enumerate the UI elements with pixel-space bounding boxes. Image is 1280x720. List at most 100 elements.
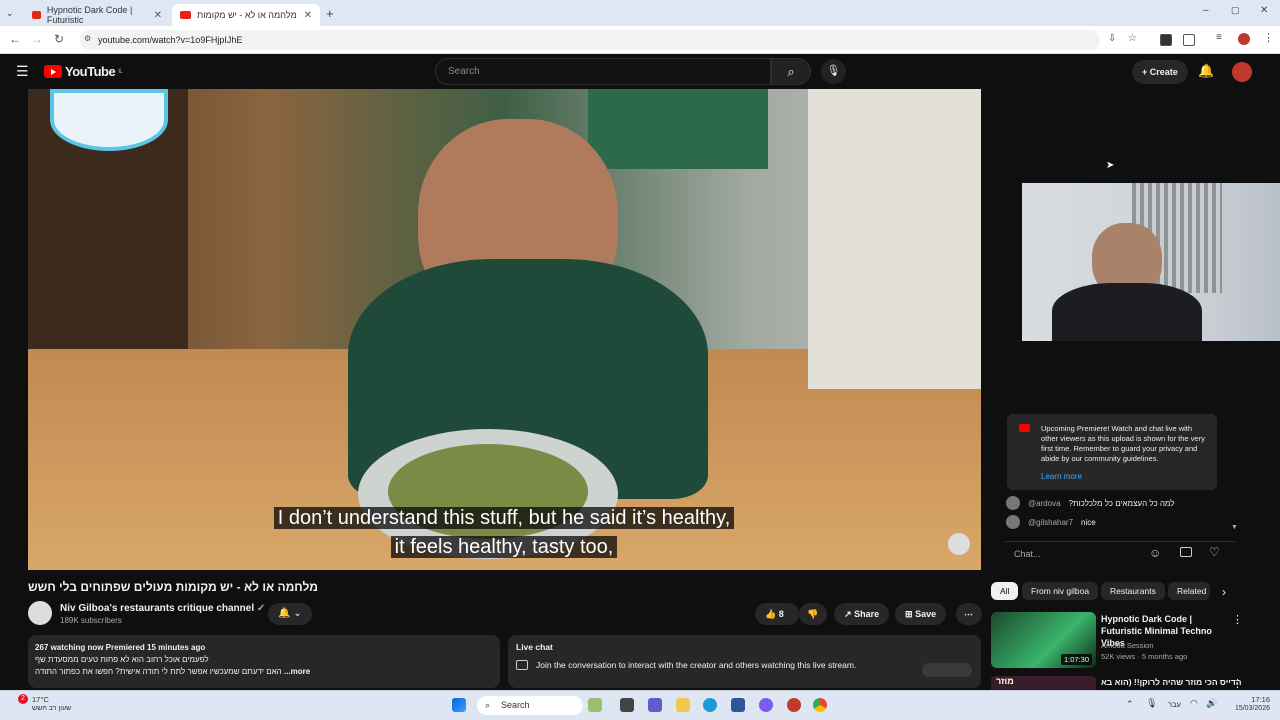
chip-from-channel[interactable]: From niv gilboa xyxy=(1022,582,1099,600)
channel-avatar[interactable] xyxy=(28,601,52,625)
extension-icon[interactable] xyxy=(1160,34,1172,46)
profile-avatar-icon[interactable] xyxy=(1238,33,1250,45)
install-icon[interactable]: ⇩ xyxy=(1108,33,1116,44)
close-tab-icon[interactable]: ✕ xyxy=(154,10,162,21)
chip-restaurants[interactable]: Restaurants xyxy=(1101,582,1165,600)
tab-current[interactable]: מלחמה או לא - יש מקומות ✕ xyxy=(172,4,320,26)
chip-all[interactable]: All xyxy=(991,582,1019,600)
reload-icon[interactable]: ↻ xyxy=(54,32,64,46)
video-player[interactable] xyxy=(28,89,981,570)
tab-media-icon[interactable]: ≡ xyxy=(1216,32,1222,43)
dislike-button[interactable]: 👎 xyxy=(799,603,827,625)
recommendation-menu-icon[interactable]: ⋮ xyxy=(1232,613,1243,626)
extensions-puzzle-icon[interactable] xyxy=(1183,34,1195,46)
maximize-icon[interactable]: ▢ xyxy=(1231,5,1240,16)
wifi-icon[interactable]: ◠ xyxy=(1190,698,1198,709)
streamer-webcam-overlay xyxy=(1022,183,1280,341)
widgets-icon[interactable] xyxy=(588,698,602,712)
weather-temp[interactable]: 17°C xyxy=(32,695,49,704)
more-horizontal-icon: ⋯ xyxy=(964,609,973,619)
back-icon[interactable]: ← xyxy=(9,32,21,46)
task-view-icon[interactable] xyxy=(620,698,634,712)
tray-chevron-up-icon[interactable]: ⌃ xyxy=(1126,699,1134,710)
weather-badge: 2 xyxy=(18,694,28,704)
heart-icon[interactable]: ♡ xyxy=(1209,545,1220,559)
video-channel-badge[interactable] xyxy=(948,533,970,555)
search-input[interactable]: Search xyxy=(435,58,771,85)
chevron-right-icon[interactable]: › xyxy=(1222,585,1226,599)
close-window-icon[interactable]: ✕ xyxy=(1260,5,1268,16)
notifications-bell-icon[interactable]: 🔔 xyxy=(1198,63,1214,79)
learn-more-link[interactable]: Learn more xyxy=(1041,472,1207,482)
account-avatar[interactable] xyxy=(1232,62,1252,82)
close-tab-icon[interactable]: ✕ xyxy=(304,10,312,21)
super-chat-icon[interactable] xyxy=(1180,547,1192,557)
verified-check-icon: ✓ xyxy=(256,603,266,614)
video-scene-street xyxy=(808,89,981,389)
video-title: מלחמה או לא - יש מקומות מעולים שפתוחים ב… xyxy=(28,580,318,594)
weather-description[interactable]: שעון רב חשש xyxy=(32,705,71,712)
new-tab-icon[interactable]: + xyxy=(326,6,334,21)
search-icon: ⌕ xyxy=(485,700,491,710)
chat-scroll-down-icon[interactable]: ▼ xyxy=(1231,524,1238,531)
youtube-favicon-icon xyxy=(180,11,191,19)
discord-icon[interactable] xyxy=(759,698,773,712)
chrome-icon[interactable] xyxy=(813,698,827,712)
teams-icon[interactable] xyxy=(648,698,662,712)
volume-icon[interactable]: 🔊 xyxy=(1206,698,1217,709)
edge-icon[interactable] xyxy=(703,698,717,712)
channel-name[interactable]: Niv Gilboa's restaurants critique channe… xyxy=(60,603,265,614)
video-caption: I don’t understand this stuff, but he sa… xyxy=(228,504,780,562)
recommendation-title[interactable]: הדייס הכי מוזר שהיה לרוקן!! (הוא בא xyxy=(1101,677,1242,687)
emoji-icon[interactable]: ☺ xyxy=(1149,546,1161,560)
thumbs-down-icon: 👎 xyxy=(807,609,819,619)
save-button[interactable]: ⊞ Save xyxy=(895,603,947,625)
site-info-icon[interactable]: ⚙ xyxy=(84,34,91,43)
show-more-link[interactable]: ...more xyxy=(284,667,310,676)
tab-hypnotic[interactable]: Hypnotic Dark Code | Futuristic ✕ xyxy=(24,4,170,26)
like-button[interactable]: 👍 8 xyxy=(755,603,799,625)
recommendation-meta: Amoda Session 52K views · 5 months ago xyxy=(1101,641,1188,661)
recommendation-thumbnail[interactable]: 1:07:30 xyxy=(991,612,1096,668)
url-field[interactable]: youtube.com/watch?v=1o9FHjpIJhE xyxy=(80,30,1100,50)
chevron-down-icon: ⌄ xyxy=(293,608,302,619)
clock-date[interactable]: 15/03/2026 xyxy=(1222,705,1270,712)
app-icon[interactable] xyxy=(787,698,801,712)
bookmark-star-icon[interactable]: ☆ xyxy=(1128,33,1137,44)
tab-search-icon[interactable]: ⌄ xyxy=(6,8,14,19)
recommendation-thumbnail[interactable]: מוזר xyxy=(991,676,1096,690)
voice-search-button[interactable]: 🎙 xyxy=(821,59,846,84)
browser-menu-icon[interactable]: ⋮ xyxy=(1263,31,1274,44)
description-box[interactable]: 267 watching now Premiered 15 minutes ag… xyxy=(28,635,500,688)
create-button[interactable]: + Create xyxy=(1132,60,1188,84)
mic-tray-icon[interactable]: 🎙 xyxy=(1146,698,1157,709)
chat-avatar xyxy=(1006,515,1020,529)
taskbar-search[interactable]: ⌕ Search xyxy=(477,696,583,715)
search-button[interactable]: ⌕ xyxy=(771,58,811,85)
chat-message: @gilshahar7 nice xyxy=(1006,515,1096,529)
chat-bubble-icon xyxy=(516,660,528,670)
windows-start-icon[interactable] xyxy=(452,698,466,712)
chip-related[interactable]: Related xyxy=(1168,582,1210,600)
open-chat-button[interactable] xyxy=(922,663,972,677)
video-channel-watermark xyxy=(50,89,168,151)
hamburger-menu-icon[interactable]: ☰ xyxy=(16,63,29,80)
chat-input[interactable]: Chat... xyxy=(1005,541,1235,565)
file-explorer-icon[interactable] xyxy=(676,698,690,712)
youtube-favicon-icon xyxy=(32,11,41,19)
share-button[interactable]: ↗ Share xyxy=(834,603,890,625)
clock-time[interactable]: 17:16 xyxy=(1228,695,1270,704)
store-icon[interactable] xyxy=(731,698,745,712)
more-actions-button[interactable]: ⋯ xyxy=(956,603,982,625)
youtube-play-icon xyxy=(44,65,62,78)
forward-icon[interactable]: → xyxy=(31,32,43,46)
language-indicator[interactable]: עבר xyxy=(1168,700,1181,709)
save-icon: ⊞ xyxy=(905,609,913,619)
subscription-bell-button[interactable]: 🔔 ⌄ xyxy=(268,603,312,625)
recommendation-menu-icon[interactable]: ⋮ xyxy=(1232,677,1243,690)
youtube-logo[interactable]: YouTube IL xyxy=(44,64,123,79)
live-chat-info-box: Live chat Join the conversation to inter… xyxy=(508,635,981,688)
thumbs-up-icon: 👍 xyxy=(765,609,777,619)
minimize-icon[interactable]: – xyxy=(1203,5,1209,16)
chat-avatar xyxy=(1006,496,1020,510)
